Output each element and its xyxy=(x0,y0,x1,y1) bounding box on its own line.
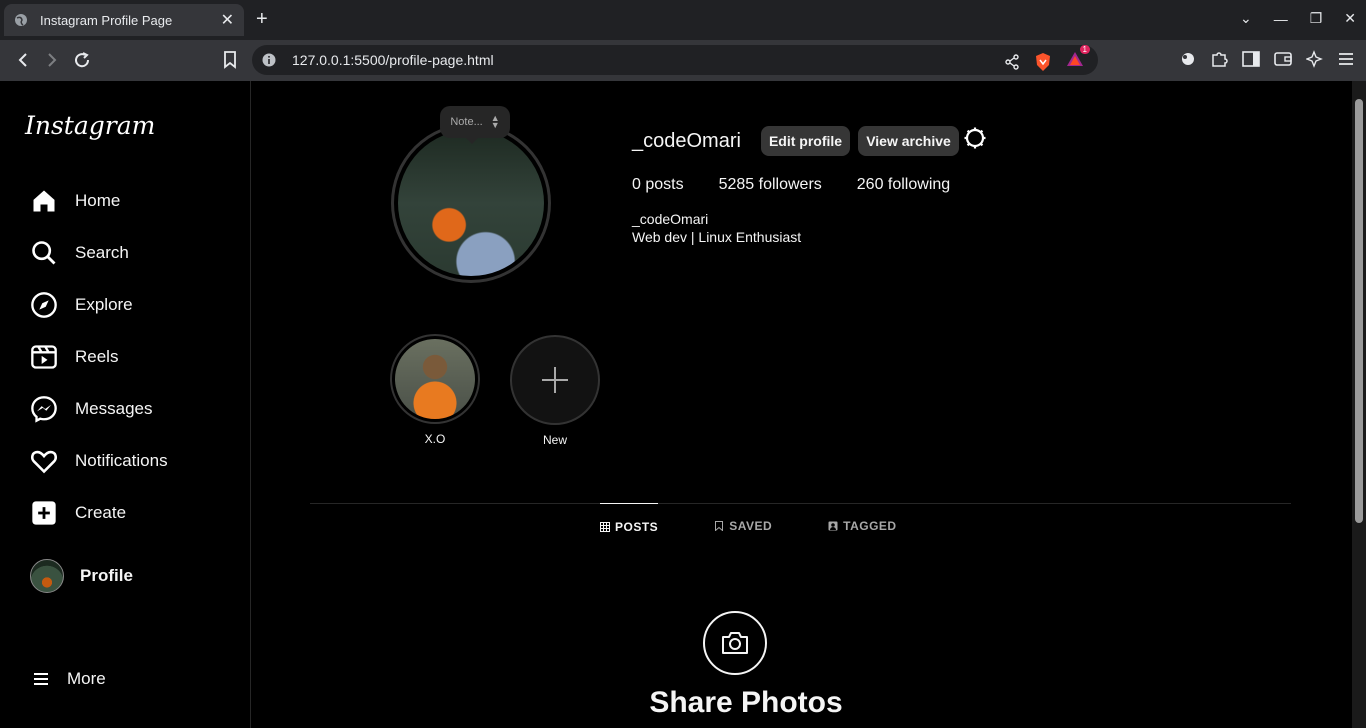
wallet-icon[interactable] xyxy=(1274,51,1292,67)
tab-tagged[interactable]: TAGGED xyxy=(828,503,897,533)
menu-icon[interactable] xyxy=(1338,52,1354,66)
sidebar-item-label: Create xyxy=(75,503,127,522)
sidebar-item-label: Home xyxy=(75,191,121,210)
close-window-icon[interactable]: ✕ xyxy=(1344,10,1356,27)
bookmark-icon xyxy=(715,521,724,531)
close-tab-icon[interactable]: ✕ xyxy=(221,10,234,30)
sidebar-item-reels[interactable]: Reels xyxy=(30,342,118,372)
sidebar-toggle-icon[interactable] xyxy=(1242,51,1260,67)
plus-square-icon xyxy=(32,501,56,525)
followers-count[interactable]: 5285 followers xyxy=(719,176,822,194)
minimize-icon[interactable]: — xyxy=(1274,11,1288,27)
share-icon[interactable] xyxy=(1004,53,1020,70)
sidebar-item-profile[interactable]: Profile xyxy=(30,559,133,593)
sidebar-item-label: Profile xyxy=(80,566,133,585)
story-highlight[interactable]: X.O xyxy=(390,334,480,446)
highlight-label: New xyxy=(542,433,567,447)
highlight-label: X.O xyxy=(424,432,446,446)
sidebar-item-label: Search xyxy=(75,243,129,262)
heart-icon xyxy=(30,450,58,474)
view-archive-button[interactable]: View archive xyxy=(858,126,959,156)
note-placeholder: Note... xyxy=(450,116,483,128)
scrollbar-thumb[interactable] xyxy=(1355,99,1363,523)
bookmark-icon[interactable] xyxy=(219,49,241,71)
plus-icon xyxy=(542,367,568,393)
sidebar-item-label: Messages xyxy=(75,399,153,418)
home-icon xyxy=(33,190,55,212)
new-highlight-button[interactable]: New xyxy=(510,335,600,447)
reload-icon[interactable] xyxy=(71,49,93,71)
settings-gear-icon[interactable] xyxy=(963,126,987,150)
bio-text: Web dev | Linux Enthusiast xyxy=(632,229,802,245)
sidebar-item-label: Explore xyxy=(75,295,133,314)
note-bubble[interactable]: Note... ▲ ▼ xyxy=(440,106,510,144)
sidebar-item-messages[interactable]: Messages xyxy=(30,394,152,424)
edit-profile-button[interactable]: Edit profile xyxy=(761,126,850,156)
url-text: 127.0.0.1:5500/profile-page.html xyxy=(292,52,494,68)
following-count[interactable]: 260 following xyxy=(857,176,950,194)
globe-icon xyxy=(15,14,27,26)
profile-tabs: POSTS SAVED TAGGED xyxy=(600,503,953,534)
profile-photo xyxy=(398,130,544,276)
avatar xyxy=(30,559,64,593)
tab-label: SAVED xyxy=(729,519,773,533)
sidebar-item-label: More xyxy=(67,669,106,688)
grid-icon xyxy=(600,521,610,532)
sidebar-item-more[interactable]: More xyxy=(32,664,106,694)
browser-tab-bar: Instagram Profile Page ✕ + ⌄ — ❐ ✕ xyxy=(0,0,1366,40)
tab-posts[interactable]: POSTS xyxy=(600,503,659,534)
search-icon xyxy=(32,241,56,265)
profile-picture[interactable] xyxy=(391,123,551,283)
sidebar-item-home[interactable]: Home xyxy=(30,186,120,216)
info-icon[interactable] xyxy=(262,53,276,67)
empty-state-title: Share Photos xyxy=(649,686,843,719)
instagram-logo[interactable]: Instagram xyxy=(25,111,155,140)
extension-icon[interactable] xyxy=(1180,51,1196,67)
reels-icon xyxy=(31,345,57,369)
brave-rewards-icon[interactable]: 1 xyxy=(1066,45,1090,72)
restore-icon[interactable]: ❐ xyxy=(1310,10,1323,27)
profile-username: _codeOmari xyxy=(632,130,741,152)
camera-icon xyxy=(703,611,767,675)
profile-main: Note... ▲ ▼ _codeOmari Edit profile View … xyxy=(251,81,1351,728)
brave-shield-icon[interactable] xyxy=(1034,52,1052,72)
tab-title: Instagram Profile Page xyxy=(40,12,173,28)
leo-ai-icon[interactable] xyxy=(1306,50,1324,68)
highlight-cover xyxy=(390,334,480,424)
sidebar-item-label: Reels xyxy=(75,347,119,366)
puzzle-icon[interactable] xyxy=(1210,50,1228,68)
sidebar-item-search[interactable]: Search xyxy=(30,238,129,268)
forward-icon[interactable] xyxy=(41,49,63,71)
new-tab-icon[interactable]: + xyxy=(256,8,268,31)
highlight-image xyxy=(395,339,475,419)
stepper-icon: ▲ ▼ xyxy=(490,113,500,130)
compass-icon xyxy=(31,292,57,318)
tab-label: TAGGED xyxy=(843,519,897,533)
tab-search-icon[interactable]: ⌄ xyxy=(1240,10,1252,27)
hamburger-icon xyxy=(34,673,48,685)
profile-bio: _codeOmari Web dev | Linux Enthusiast xyxy=(632,210,801,246)
sidebar-item-create[interactable]: Create xyxy=(30,498,126,528)
highlight-new-circle xyxy=(510,335,600,425)
profile-stats: 0 posts 5285 followers 260 following xyxy=(632,176,985,194)
sidebar-item-notifications[interactable]: Notifications xyxy=(30,446,168,476)
messenger-icon xyxy=(31,396,57,423)
sidebar: Instagram Home Search Explore Reels Mess… xyxy=(0,81,251,728)
posts-count: 0 posts xyxy=(632,176,684,193)
page-scrollbar[interactable] xyxy=(1352,81,1366,728)
back-icon[interactable] xyxy=(12,49,34,71)
tab-saved[interactable]: SAVED xyxy=(714,503,773,533)
sidebar-item-label: Notifications xyxy=(75,451,168,470)
address-bar[interactable]: 127.0.0.1:5500/profile-page.html 1 xyxy=(252,45,1098,75)
tagged-user-icon xyxy=(828,521,838,531)
bio-name: _codeOmari xyxy=(632,211,709,227)
browser-tab[interactable]: Instagram Profile Page ✕ xyxy=(4,4,244,36)
sidebar-item-explore[interactable]: Explore xyxy=(30,290,133,320)
tab-label: POSTS xyxy=(615,519,659,534)
notification-badge: 1 xyxy=(1079,45,1090,54)
